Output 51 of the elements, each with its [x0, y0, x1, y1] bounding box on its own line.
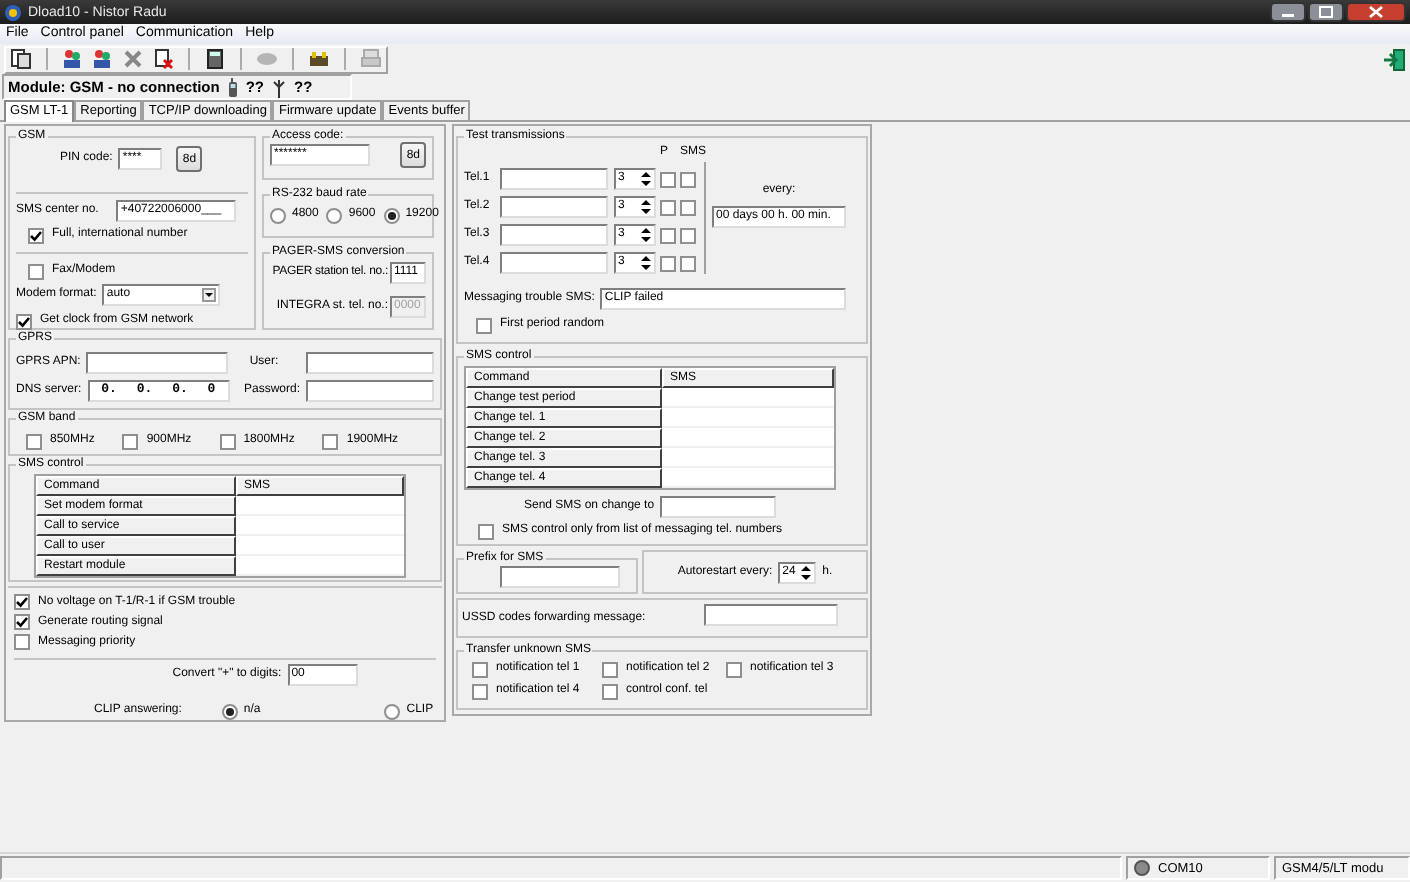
phone-field[interactable]	[660, 496, 777, 518]
printer-icon[interactable]	[360, 48, 382, 70]
user-field[interactable]	[306, 352, 434, 374]
checkbox[interactable]	[680, 255, 696, 271]
prefix-field[interactable]	[500, 566, 620, 588]
checkbox[interactable]	[660, 255, 676, 271]
exit-icon[interactable]	[1382, 47, 1406, 71]
checkbox[interactable]	[680, 171, 696, 187]
table-cell[interactable]	[236, 556, 404, 576]
people-icon[interactable]	[92, 48, 114, 70]
checkmark-icon	[30, 229, 42, 241]
phone-field[interactable]	[500, 196, 608, 218]
connection-icon	[1134, 860, 1150, 876]
checkbox[interactable]	[660, 171, 676, 187]
table-cell[interactable]	[236, 536, 404, 556]
dropdown-arrow-icon[interactable]	[202, 288, 217, 302]
phone-field[interactable]	[500, 224, 608, 246]
table-cell[interactable]	[662, 388, 834, 408]
table-cell[interactable]	[662, 468, 834, 488]
checkmark-icon	[18, 315, 30, 327]
spin-arrows-icon[interactable]	[640, 170, 652, 188]
minimize-icon[interactable]	[1270, 2, 1306, 22]
calculator-icon[interactable]	[204, 48, 226, 70]
people-icon[interactable]	[62, 48, 84, 70]
spin-arrows-icon[interactable]	[640, 226, 652, 244]
spin-arrows-icon[interactable]	[640, 254, 652, 272]
document-icon[interactable]	[152, 48, 174, 70]
maximize-icon[interactable]	[1308, 2, 1344, 22]
close-icon[interactable]	[1346, 2, 1406, 22]
password-field[interactable]	[306, 380, 434, 402]
checkbox[interactable]	[660, 227, 676, 243]
phone-icon	[227, 77, 238, 97]
ussd-field[interactable]	[704, 603, 838, 625]
spin-arrows-icon[interactable]	[640, 198, 652, 216]
spin-arrows-icon[interactable]	[800, 563, 813, 581]
antenna-icon	[272, 77, 286, 97]
table-cell[interactable]	[236, 516, 404, 536]
table-cell[interactable]	[236, 496, 404, 516]
table-cell[interactable]	[662, 428, 834, 448]
document-icon[interactable]	[10, 48, 32, 70]
phone-field[interactable]	[500, 252, 608, 274]
checkbox[interactable]	[680, 227, 696, 243]
delete-icon[interactable]	[122, 48, 144, 70]
apn-field[interactable]	[86, 352, 229, 374]
phone-field[interactable]	[500, 168, 608, 190]
app-icon	[4, 3, 22, 21]
table-cell[interactable]	[662, 408, 834, 428]
checkbox[interactable]	[660, 199, 676, 215]
table-cell[interactable]	[662, 448, 834, 468]
checkbox[interactable]	[680, 199, 696, 215]
modem-icon[interactable]	[308, 48, 330, 70]
